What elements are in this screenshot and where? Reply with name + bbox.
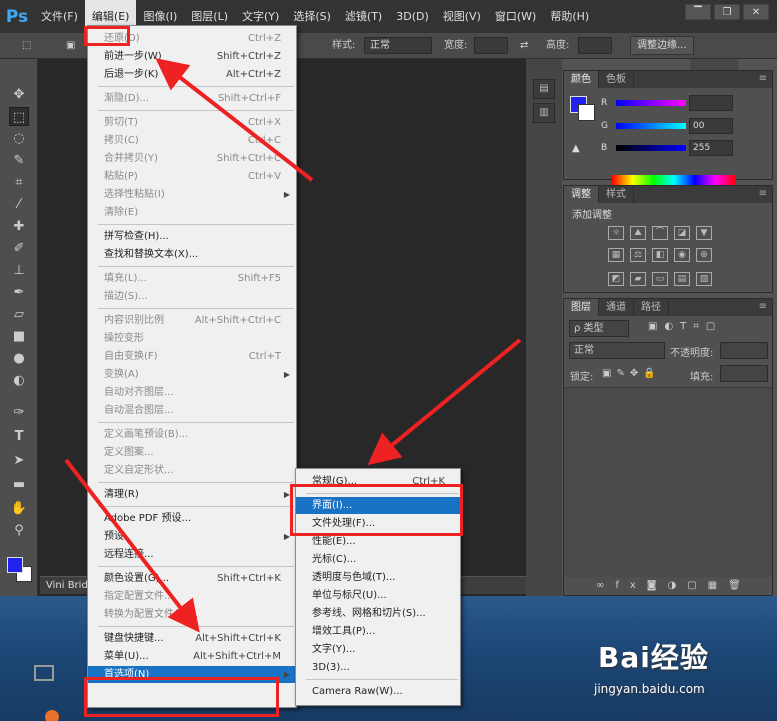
photoshop-window: Ps 文件(F) 编辑(E) 图像(I) 图层(L) 文字(Y) 选择(S) 滤镜(T) 3D… xyxy=(0,0,777,721)
arrow-to-undo xyxy=(155,58,314,182)
arrow-to-preferences xyxy=(64,458,200,633)
annotation-arrows xyxy=(64,58,522,633)
arrow-to-interface xyxy=(367,338,522,466)
